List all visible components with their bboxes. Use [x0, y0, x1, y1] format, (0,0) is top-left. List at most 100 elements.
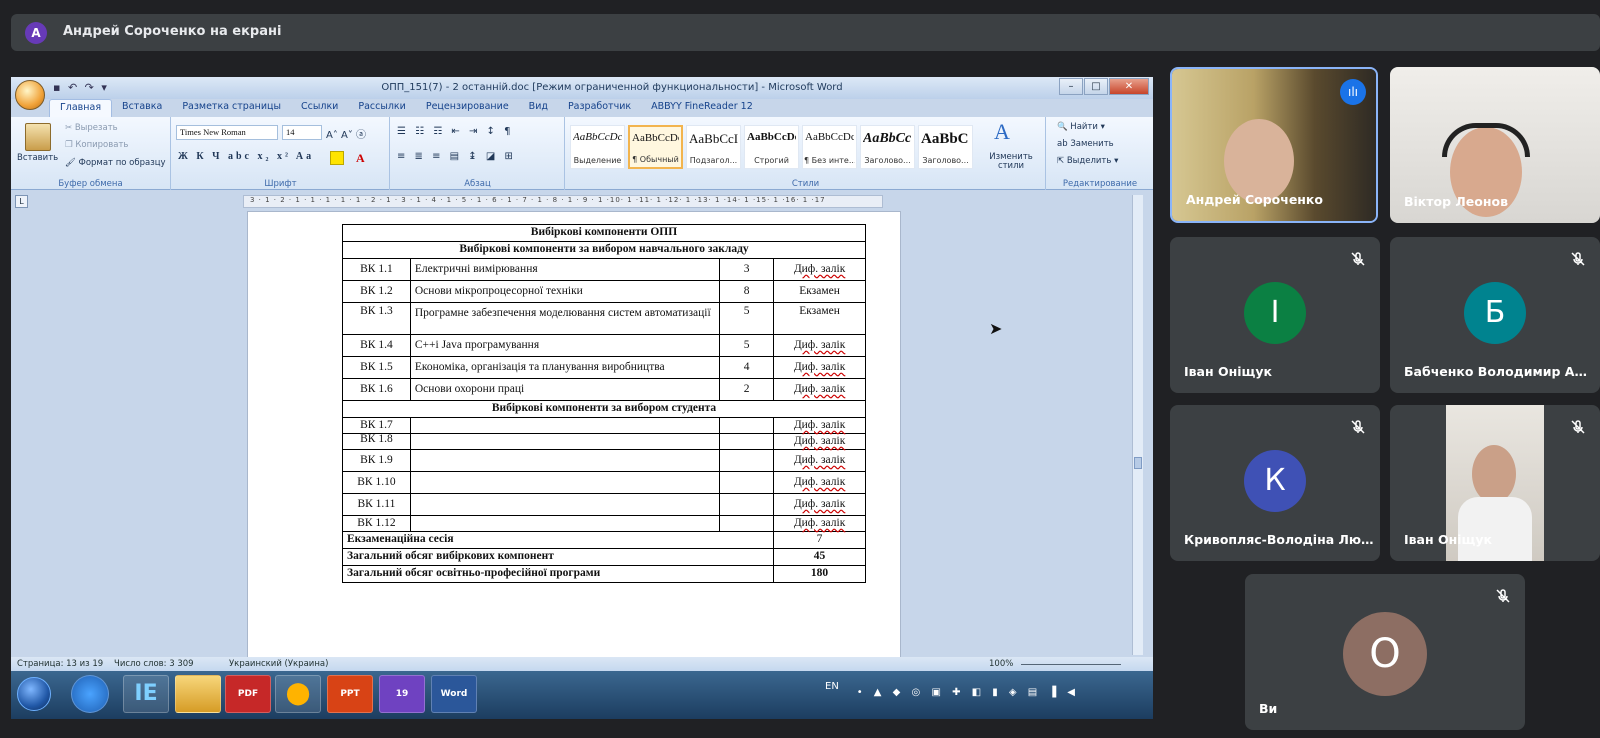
- clipboard-group-label: Буфер обмена: [58, 179, 123, 189]
- explorer-taskbar-icon[interactable]: [175, 675, 221, 713]
- scrollbar-thumb[interactable]: [1134, 457, 1142, 469]
- viber-badge: 19: [395, 689, 409, 699]
- font-size-select[interactable]: 14: [282, 125, 322, 140]
- participant-tile[interactable]: К Кривопляс-Володіна Лю...: [1170, 405, 1380, 561]
- change-styles-button[interactable]: Изменить стили: [984, 152, 1038, 172]
- tab-mailings[interactable]: Рассылки: [348, 99, 415, 117]
- font-grow-shrink-buttons[interactable]: A˄ A˅ ⓐ: [326, 126, 366, 141]
- format-painter-label: Формат по образцу: [78, 158, 166, 168]
- paste-icon[interactable]: [25, 123, 51, 151]
- font-name-select[interactable]: Times New Roman: [176, 125, 278, 140]
- style-name: ¶ Без инте...: [804, 156, 855, 165]
- style-strong[interactable]: AaBbCcDd Строгий: [744, 125, 799, 169]
- style-subtitle[interactable]: AaBbCcI Подзагол...: [686, 125, 741, 169]
- ribbon: Вставить ✂ Вырезать ❐ Копировать 🖌 Форма…: [11, 117, 1153, 190]
- style-sample: AaBbCc: [863, 131, 912, 146]
- participant-tile[interactable]: Віктор Леонов: [1390, 67, 1600, 223]
- powerpoint-taskbar-icon[interactable]: PPT: [327, 675, 373, 713]
- copy-label: Копировать: [75, 140, 129, 150]
- paste-button[interactable]: Вставить: [17, 153, 58, 163]
- shared-screen: ▪ ↶ ↷ ▾ ОПП_151(7) - 2 останній.doc [Реж…: [11, 77, 1153, 719]
- tab-references[interactable]: Ссылки: [291, 99, 348, 117]
- styles-group-label: Стили: [791, 179, 820, 189]
- vertical-scrollbar[interactable]: [1132, 195, 1143, 655]
- tab-review[interactable]: Рецензирование: [416, 99, 519, 117]
- table-row: ВК 1.10 Диф. залік: [342, 471, 866, 494]
- minimize-button[interactable]: –: [1059, 78, 1083, 95]
- tab-abbyy[interactable]: ABBYY FineReader 12: [641, 99, 763, 117]
- opera-taskbar-icon[interactable]: ⬤: [275, 675, 321, 713]
- replace-button[interactable]: ab Заменить: [1057, 139, 1114, 149]
- clipboard-group: Вставить ✂ Вырезать ❐ Копировать 🖌 Форма…: [11, 117, 171, 190]
- table-cell: ВК 1.4: [342, 334, 411, 357]
- system-tray[interactable]: • ▲ ◆ ◎ ▣ ✚ ◧ ▮ ◈ ▤ ▐ ◀: [857, 687, 1079, 698]
- font-format-buttons[interactable]: Ж К Ч abc x₂ x² Aa: [178, 151, 314, 162]
- maximize-button[interactable]: □: [1084, 78, 1108, 95]
- table-cell: Загальний обсяг освітньо-професійної про…: [341, 565, 775, 583]
- style-name: Заголово...: [864, 156, 911, 165]
- font-group: Times New Roman 14 A˄ A˅ ⓐ Ж К Ч abc x₂ …: [172, 117, 390, 190]
- language-indicator-tray[interactable]: EN: [825, 681, 839, 692]
- tab-view[interactable]: Вид: [519, 99, 558, 117]
- style-emphasis[interactable]: AaBbCcDc Выделение: [570, 125, 625, 169]
- tab-selector[interactable]: L: [15, 195, 28, 208]
- table-cell: С++і Java програмування: [409, 334, 721, 357]
- table-cell: ВК 1.8: [342, 433, 411, 450]
- table-row: ВК 1.2 Основи мікропроцесорної техніки 8 Ек…: [342, 280, 866, 303]
- tab-home[interactable]: Главная: [49, 99, 113, 117]
- chrome-taskbar-icon[interactable]: [71, 675, 109, 713]
- self-tile[interactable]: О Ви: [1245, 574, 1525, 730]
- office-button[interactable]: [15, 80, 45, 110]
- tab-page-layout[interactable]: Разметка страницы: [172, 99, 291, 117]
- font-color-icon[interactable]: A: [356, 151, 365, 166]
- mic-off-icon: [1571, 420, 1585, 434]
- ie-taskbar-icon[interactable]: IE: [123, 675, 169, 713]
- table-cell: Диф. залік: [793, 516, 846, 529]
- style-sample: AaBbC: [921, 131, 969, 147]
- table-cell: 4: [719, 356, 775, 379]
- table-cell: Диф. залік: [793, 418, 846, 431]
- window-controls: – □ ✕: [1059, 78, 1149, 95]
- cut-button[interactable]: ✂ Вырезать: [65, 123, 118, 133]
- tab-developer[interactable]: Разработчик: [558, 99, 641, 117]
- language-indicator[interactable]: Украинский (Украина): [229, 659, 328, 669]
- highlight-icon[interactable]: [330, 151, 344, 165]
- page-indicator[interactable]: Страница: 13 из 19: [17, 659, 103, 669]
- table-cell: ВК 1.3: [342, 302, 411, 335]
- participant-tile[interactable]: ılı Андрей Сороченко: [1170, 67, 1378, 223]
- participant-tile[interactable]: Б Бабченко Володимир Ан...: [1390, 237, 1600, 393]
- speaking-indicator-icon: ılı: [1340, 79, 1366, 105]
- style-normal[interactable]: AaBbCcDc ¶ Обычный: [628, 125, 683, 169]
- horizontal-ruler[interactable]: 3 · 1 · 2 · 1 · 1 · 1 · 1 · 1 · 2 · 1 · …: [243, 195, 883, 208]
- zoom-slider[interactable]: [1021, 664, 1121, 665]
- zoom-level[interactable]: 100%: [989, 659, 1013, 669]
- alignment-buttons[interactable]: ≡ ≣ ≡ ▤ ↨ ◪ ⊞: [397, 151, 516, 162]
- style-heading-2[interactable]: AaBbC Заголово...: [918, 125, 973, 169]
- format-painter-button[interactable]: 🖌 Формат по образцу: [65, 158, 166, 168]
- style-name: Строгий: [754, 156, 789, 165]
- table-cell: Основи мікропроцесорної техніки: [409, 280, 721, 303]
- viber-taskbar-icon[interactable]: 19: [379, 675, 425, 713]
- word-count[interactable]: Число слов: 3 309: [114, 659, 194, 669]
- word-taskbar-icon[interactable]: Word: [431, 675, 477, 713]
- change-styles-icon[interactable]: A: [994, 119, 1010, 145]
- style-heading-1[interactable]: AaBbCc Заголово...: [860, 125, 915, 169]
- status-bar: Страница: 13 из 19 Число слов: 3 309 Укр…: [11, 657, 1153, 671]
- find-button[interactable]: 🔍 Найти ▾: [1057, 122, 1105, 132]
- document-page[interactable]: Вибіркові компоненти ОПП Вибіркові компо…: [247, 211, 901, 691]
- select-button[interactable]: ⇱ Выделить ▾: [1057, 156, 1118, 166]
- style-no-spacing[interactable]: AaBbCcDc ¶ Без инте...: [802, 125, 857, 169]
- tab-insert[interactable]: Вставка: [112, 99, 172, 117]
- style-sample: AaBbCcDd: [747, 131, 796, 143]
- table-cell: Економіка, організація та планування вир…: [409, 356, 721, 379]
- copy-button[interactable]: ❐ Копировать: [65, 140, 128, 150]
- participant-avatar: О: [1343, 612, 1427, 696]
- participant-tile[interactable]: Іван Оніщук: [1390, 405, 1600, 561]
- pdf-taskbar-icon[interactable]: PDF: [225, 675, 271, 713]
- start-button[interactable]: [17, 677, 51, 711]
- table-row: ВК 1.11 Диф. залік: [342, 493, 866, 516]
- list-buttons[interactable]: ☰ ☷ ☶ ⇤ ⇥ ↕ ¶: [397, 126, 513, 137]
- close-button[interactable]: ✕: [1109, 78, 1149, 95]
- participant-tile[interactable]: І Іван Оніщук: [1170, 237, 1380, 393]
- table-row: ВК 1.1 Електричні вимірювання 3 Диф. залік: [342, 258, 866, 281]
